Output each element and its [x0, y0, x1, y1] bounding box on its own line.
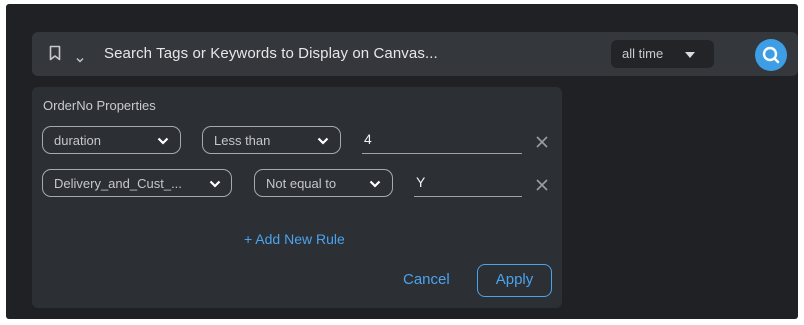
chevron-down-icon — [157, 137, 169, 145]
cancel-button[interactable]: Cancel — [403, 271, 450, 288]
rule-2-operator-value: Not equal to — [266, 176, 337, 191]
close-icon — [536, 179, 548, 191]
add-new-rule-button[interactable]: + Add New Rule — [244, 231, 345, 247]
search-input[interactable]: Search Tags or Keywords to Display on Ca… — [104, 45, 438, 62]
rule-2-value-field[interactable]: Y — [414, 172, 522, 197]
rule-1-value-field[interactable]: 4 — [362, 129, 522, 154]
apply-button[interactable]: Apply — [477, 264, 552, 297]
caret-down-icon — [685, 52, 695, 58]
rule-2-field-select[interactable]: Delivery_and_Cust_... — [42, 169, 232, 197]
search-button[interactable] — [755, 39, 787, 71]
search-icon — [762, 46, 780, 64]
rule-1-field-value: duration — [54, 133, 101, 148]
time-range-select[interactable]: all time — [611, 40, 714, 68]
time-range-value: all time — [622, 46, 664, 61]
search-bar[interactable]: Search Tags or Keywords to Display on Ca… — [32, 32, 798, 76]
rule-2-operator-select[interactable]: Not equal to — [254, 169, 393, 197]
rule-2-value: Y — [416, 174, 426, 190]
rule-1-operator-value: Less than — [214, 133, 271, 148]
rule-2-field-value: Delivery_and_Cust_... — [54, 176, 182, 191]
rule-1-operator-select[interactable]: Less than — [202, 126, 341, 154]
panel-title: OrderNo Properties — [43, 98, 156, 113]
rule-1-field-select[interactable]: duration — [42, 126, 181, 154]
chevron-down-icon — [317, 137, 329, 145]
remove-rule-2-button[interactable] — [536, 178, 548, 191]
close-icon — [536, 136, 548, 148]
remove-rule-1-button[interactable] — [536, 135, 548, 148]
app-frame: Search Tags or Keywords to Display on Ca… — [6, 4, 798, 319]
chevron-down-icon[interactable] — [76, 50, 84, 63]
properties-panel: OrderNo Properties duration Less than 4 … — [32, 87, 562, 308]
rule-1-value: 4 — [364, 131, 372, 147]
chevron-down-icon — [369, 180, 381, 188]
chevron-down-icon — [209, 180, 221, 188]
bookmark-icon[interactable] — [49, 45, 61, 61]
